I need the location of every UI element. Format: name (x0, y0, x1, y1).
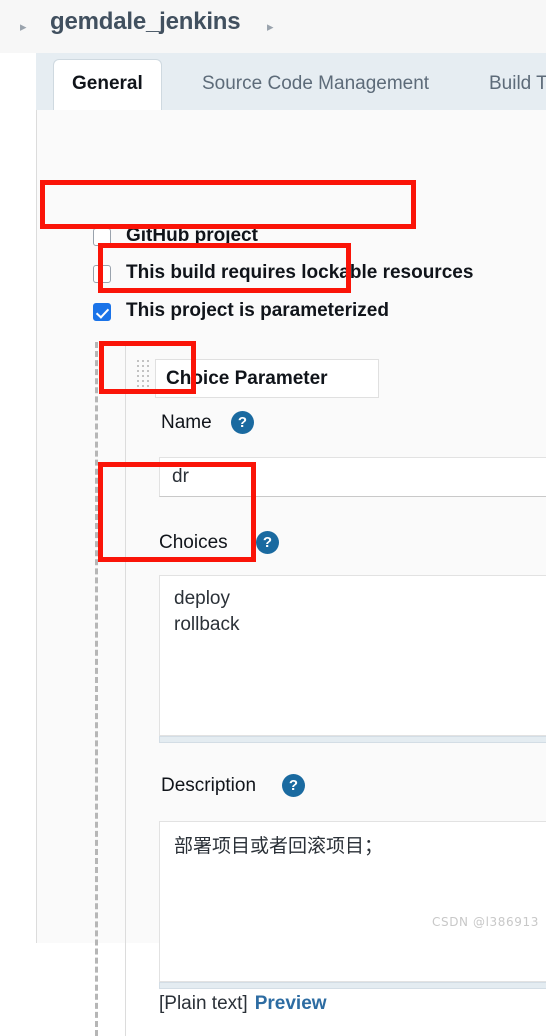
parameter-type-label: Choice Parameter (166, 368, 328, 389)
description-resize-handle[interactable] (159, 982, 546, 989)
breadcrumb-arrow-right-icon[interactable]: ▸ (267, 20, 274, 33)
parameter-name-input[interactable]: dr (159, 457, 546, 497)
drag-handle-icon[interactable] (137, 360, 149, 396)
parameter-group-solid-guide (125, 342, 126, 1036)
field-label-name: Name (161, 412, 212, 433)
checkbox-label-project-parameterized: This project is parameterized (126, 300, 389, 321)
tab-build-triggers[interactable]: Build T (471, 59, 546, 110)
preview-link[interactable]: Preview (255, 993, 327, 1014)
checkbox-label-github-project: GitHub project (126, 225, 258, 246)
description-markup-row: [Plain text] Preview (159, 993, 327, 1015)
field-label-description: Description (161, 775, 257, 796)
checkbox-github-project[interactable] (93, 228, 111, 246)
checkbox-project-parameterized[interactable] (93, 303, 111, 321)
parameter-type-header: Choice Parameter (155, 359, 379, 398)
field-label-choices: Choices (159, 532, 228, 553)
config-tab-bar: General Source Code Management Build T (36, 53, 546, 110)
breadcrumb-arrow-left-icon[interactable]: ▸ (20, 20, 27, 33)
csdn-watermark: CSDN @l386913 (432, 915, 539, 929)
checkbox-label-lockable-resources: This build requires lockable resources (126, 262, 474, 283)
help-icon-choices[interactable]: ? (256, 531, 279, 554)
help-icon-name[interactable]: ? (231, 411, 254, 434)
breadcrumb: ▸ gemdale_jenkins ▸ (0, 0, 546, 53)
parameter-choices-textarea[interactable]: deploy rollback (159, 575, 546, 736)
choices-resize-handle[interactable] (159, 736, 546, 743)
help-icon-description[interactable]: ? (282, 774, 305, 797)
parameter-description-textarea[interactable]: 部署项目或者回滚项目； (159, 821, 546, 982)
breadcrumb-project-title[interactable]: gemdale_jenkins (50, 8, 241, 36)
general-config-panel: GitHub project This build requires locka… (36, 110, 546, 1036)
checkbox-lockable-resources[interactable] (93, 265, 111, 283)
plain-text-label: [Plain text] (159, 993, 248, 1014)
parameter-group-dashed-guide (95, 342, 98, 1036)
tab-source-code-management[interactable]: Source Code Management (184, 59, 447, 110)
tab-general[interactable]: General (53, 59, 162, 110)
